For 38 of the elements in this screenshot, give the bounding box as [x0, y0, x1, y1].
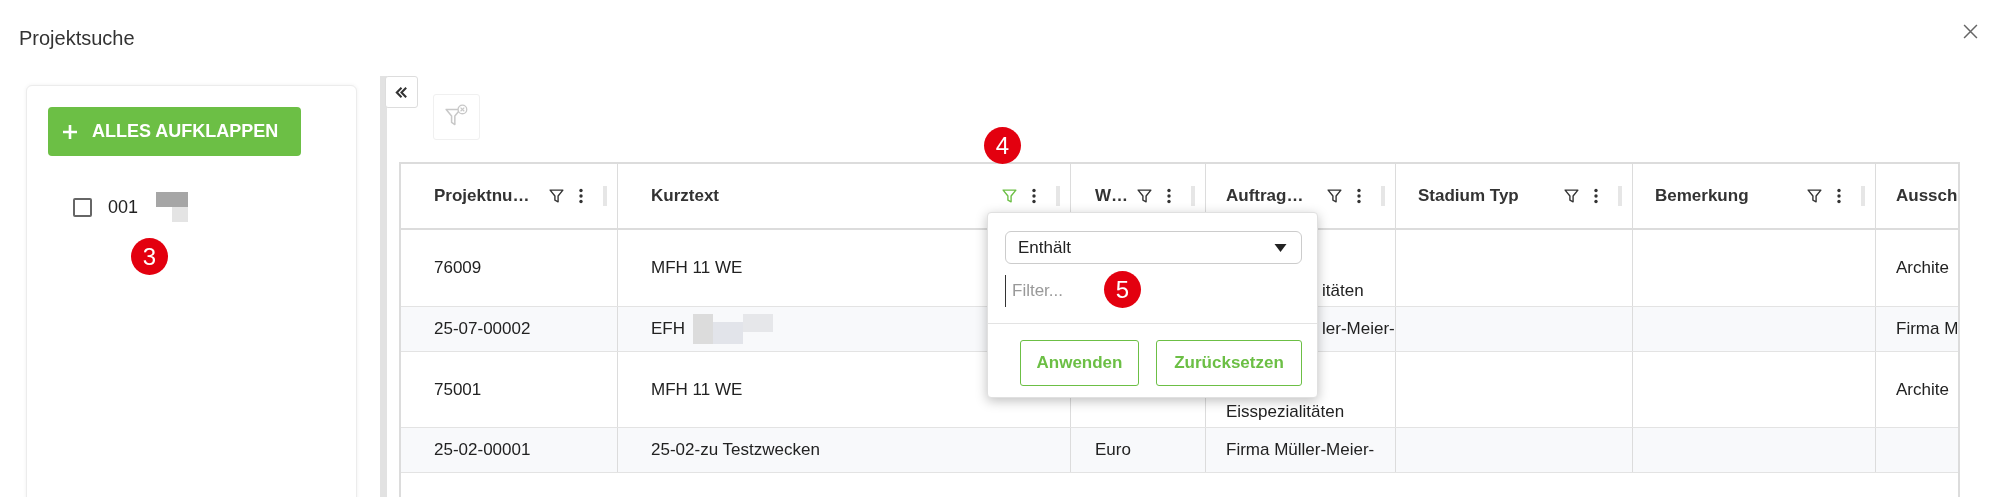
kebab-menu-icon[interactable] [1032, 188, 1036, 204]
table-cell-text: 25-02-zu Testzwecken [651, 439, 820, 462]
kebab-menu-icon[interactable] [579, 188, 583, 204]
table-cell-text: MFH 11 WE [651, 257, 743, 280]
table-cell-text: Firma M [1896, 318, 1958, 341]
table-cell-text: Archite [1896, 378, 1949, 401]
table-cell-text: ler-Meier- [1322, 318, 1395, 341]
kebab-menu-icon[interactable] [1167, 188, 1171, 204]
kebab-menu-icon[interactable] [1594, 188, 1598, 204]
collapse-button[interactable] [385, 76, 418, 108]
callout-badge: 4 [984, 127, 1021, 164]
close-icon[interactable] [1963, 24, 1978, 39]
redacted-block [156, 192, 189, 222]
plus-icon [62, 123, 78, 140]
table-cell-text: itäten [1322, 279, 1364, 302]
filter-icon[interactable] [548, 187, 565, 205]
filter-icon[interactable] [1563, 187, 1580, 205]
table-cell-text: Euro [1095, 439, 1131, 462]
table-cell-text: Firma Müller-Meier- [1226, 439, 1375, 462]
table-cell-text: 76009 [434, 257, 482, 280]
table-cell-text: EFH [651, 318, 685, 341]
double-chevron-left-icon [394, 84, 409, 100]
operator-dropdown[interactable]: Enthält [1005, 231, 1302, 264]
kebab-menu-icon[interactable] [1837, 188, 1841, 204]
dialog-title: Projektsuche [19, 26, 135, 51]
table-cell-text: Archite [1896, 257, 1949, 280]
tree-item-label[interactable]: 001 [108, 193, 139, 221]
kebab-menu-icon[interactable] [1357, 188, 1361, 204]
table-cell-text: 75001 [434, 378, 482, 401]
filter-icon[interactable] [1806, 187, 1823, 205]
filter-icon[interactable] [1326, 187, 1343, 205]
table-cell-text: 25-02-00001 [434, 439, 531, 462]
checkbox[interactable] [73, 197, 92, 217]
table-cell-text: MFH 11 WE [651, 378, 743, 401]
caret-icon [1274, 243, 1287, 252]
table-cell-text: 25-07-00002 [434, 318, 531, 341]
filter-icon[interactable] [1136, 187, 1153, 205]
table-cell-text: Eisspezialitäten [1226, 400, 1345, 423]
